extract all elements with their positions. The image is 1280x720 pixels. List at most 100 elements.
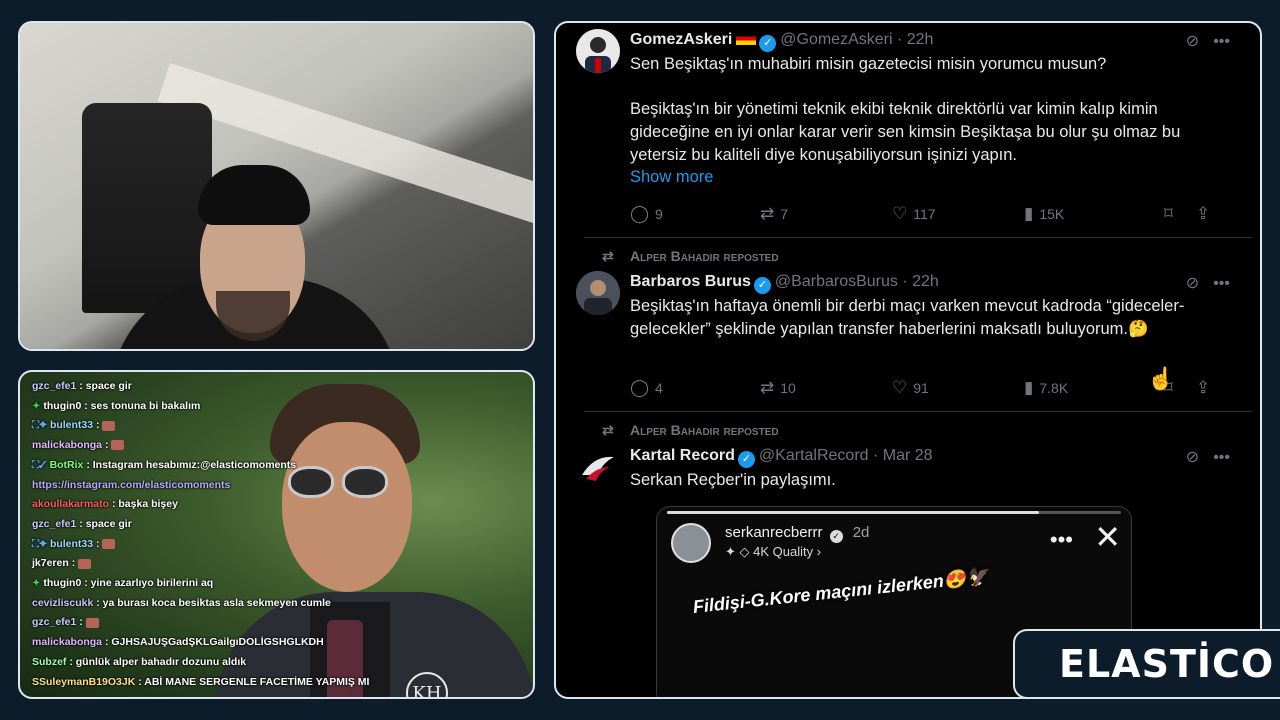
reply-button[interactable]: ◯ 4: [630, 378, 663, 398]
story-caption: Fildişi-G.Kore maçını izlerken😍🦅: [691, 566, 990, 617]
bookmark-button[interactable]: ⌑: [1164, 204, 1173, 224]
avatar[interactable]: [576, 271, 620, 315]
chat-username[interactable]: thugin0: [43, 577, 81, 589]
chat-line: cevizliscukk : ya burası koca besiktas a…: [32, 594, 452, 614]
repost-label[interactable]: ⇄ Alper Bahadır reposted: [602, 422, 779, 438]
reply-count: 4: [655, 380, 663, 396]
view-count: 15K: [1039, 206, 1065, 222]
chat-message: : yine azarlıyo birilerini aq: [84, 577, 214, 590]
chat-username[interactable]: SSuleymanB19O3JK: [32, 676, 135, 688]
tweet-divider: [584, 411, 1252, 412]
chat-message: : günlük alper bahadır dozunu aldık: [69, 655, 247, 668]
chat-message: : Instagram hesabımız:@elasticomoments: [86, 458, 297, 471]
repost-count: 10: [780, 380, 796, 396]
like-button[interactable]: ♡ 91: [892, 378, 929, 398]
chat-emote-icon: [85, 617, 99, 628]
reply-icon: ◯: [630, 204, 650, 223]
chat-message: :: [96, 419, 100, 432]
chat-username[interactable]: gzc_efe1: [32, 380, 76, 392]
chat-username[interactable]: https://instagram.com/elasticomoments: [32, 479, 230, 491]
germany-flag-icon: [736, 32, 757, 45]
chat-message: : ya burası koca besiktas asla sekmeyen …: [96, 596, 331, 609]
chat-message: : başka bişey: [111, 498, 178, 511]
chat-message: :: [96, 537, 100, 550]
grok-icon[interactable]: ⊘: [1186, 33, 1199, 50]
streamer-cap: [198, 165, 310, 225]
chat-line: gzc_efe1 :: [32, 613, 452, 633]
like-count: 117: [913, 206, 936, 222]
chat-username[interactable]: gzc_efe1: [32, 616, 76, 628]
more-icon[interactable]: •••: [1213, 275, 1230, 292]
chat-username[interactable]: thugin0: [43, 400, 81, 412]
views-icon: ▮: [1024, 378, 1034, 397]
story-time: 2d: [852, 524, 870, 541]
tweet-text: Serkan Reçber'in paylaşımı.: [630, 471, 836, 489]
heart-icon: ♡: [892, 204, 908, 223]
avatar[interactable]: [576, 29, 620, 73]
chat-username[interactable]: BotRix: [50, 459, 84, 471]
repost-button[interactable]: ⇄ 10: [760, 378, 796, 398]
chat-message: : space gir: [79, 517, 132, 530]
chat-line: jk7eren :: [32, 554, 452, 574]
repost-label[interactable]: ⇄ Alper Bahadır reposted: [602, 248, 779, 264]
tweet-menu: ⊘ •••: [1172, 273, 1230, 293]
repost-icon: ⇄: [602, 248, 614, 264]
chat-emote-icon: [111, 440, 125, 451]
show-more-link[interactable]: Show more: [630, 166, 1190, 189]
chat-username[interactable]: malickabonga: [32, 636, 102, 648]
views-icon: ▮: [1024, 204, 1034, 223]
author-name[interactable]: Barbaros Burus: [630, 273, 751, 290]
chat-username[interactable]: bulent33: [50, 419, 93, 431]
tweet-text: Beşiktaş'ın haftaya önemli bir derbi maç…: [630, 297, 1185, 338]
author-handle[interactable]: @GomezAskeri · 22h: [780, 31, 933, 48]
twitter-feed[interactable]: GomezAskeri ✓ @GomezAskeri · 22h ⊘ ••• Sen …: [554, 21, 1262, 699]
story-quality[interactable]: ✦ ◇ 4K Quality ›: [725, 544, 821, 560]
webcam-feed: [18, 21, 535, 351]
grok-icon[interactable]: ⊘: [1186, 449, 1199, 466]
chat-line: ✦ thugin0 : yine azarlıyo birilerini aq: [32, 574, 452, 594]
share-icon: ⇪: [1196, 204, 1211, 223]
more-icon[interactable]: •••: [1050, 527, 1073, 553]
repost-button[interactable]: ⇄ 7: [760, 204, 788, 224]
view-count: 7.8K: [1039, 380, 1069, 396]
chat-username[interactable]: Subzef: [32, 656, 66, 668]
author-name[interactable]: GomezAskeri: [630, 31, 732, 48]
chat-username[interactable]: gzc_efe1: [32, 518, 76, 530]
chat-message: : ses tonuna bi bakalım: [84, 399, 201, 412]
grok-icon[interactable]: ⊘: [1186, 275, 1199, 292]
like-count: 91: [913, 380, 929, 396]
story-progress-fill: [667, 511, 1040, 514]
avatar[interactable]: [576, 445, 620, 489]
author-handle[interactable]: @BarbarosBurus · 22h: [775, 273, 939, 290]
chat-line: akoullakarmato : başka bişey: [32, 495, 452, 515]
views-button[interactable]: ▮ 15K: [1024, 204, 1064, 224]
chat-username[interactable]: akoullakarmato: [32, 498, 109, 510]
share-button[interactable]: ⇪: [1196, 378, 1210, 398]
story-username[interactable]: serkanrecberrr: [725, 524, 823, 541]
hanging-clothes: [82, 103, 212, 313]
like-button[interactable]: ♡ 117: [892, 204, 936, 224]
chat-username[interactable]: bulent33: [50, 538, 93, 550]
chat-badge-icon: ✦: [32, 400, 41, 412]
author-handle[interactable]: @KartalRecord · Mar 28: [759, 447, 933, 464]
story-avatar[interactable]: [671, 523, 711, 563]
chat-emote-icon: [102, 538, 116, 549]
story-header: serkanrecberrr ✓ 2d: [725, 524, 869, 543]
brand-logo: ELASTİCO: [1013, 629, 1280, 699]
heart-icon: ♡: [892, 378, 908, 397]
tweet-text: Sen Beşiktaş'ın muhabiri misin gazetecis…: [630, 55, 1181, 164]
reply-button[interactable]: ◯ 9: [630, 204, 663, 224]
views-button[interactable]: ▮ 7.8K: [1024, 378, 1068, 398]
repost-icon: ⇄: [760, 204, 775, 223]
chat-message: :: [79, 616, 83, 629]
more-icon[interactable]: •••: [1213, 449, 1230, 466]
chat-username[interactable]: jk7eren: [32, 557, 69, 569]
author-name[interactable]: Kartal Record: [630, 447, 735, 464]
tweet-actions: ◯ 9 ⇄ 7 ♡ 117 ▮ 15K ⌑ ⇪: [630, 204, 1240, 224]
close-icon[interactable]: ✕: [1094, 521, 1121, 553]
chat-username[interactable]: malickabonga: [32, 439, 102, 451]
chat-emote-icon: [78, 558, 92, 569]
share-button[interactable]: ⇪: [1196, 204, 1210, 224]
more-icon[interactable]: •••: [1213, 33, 1230, 50]
chat-username[interactable]: cevizliscukk: [32, 597, 93, 609]
